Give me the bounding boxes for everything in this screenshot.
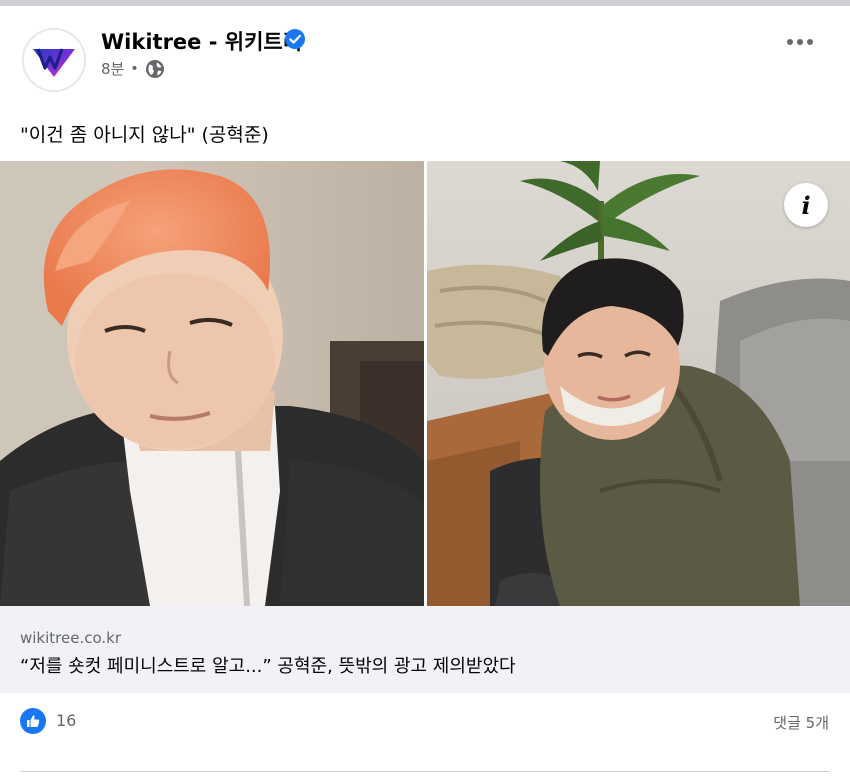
more-options-icon[interactable]: [780, 28, 820, 56]
post-header: Wikitree - 위키트리 8분 •: [0, 6, 850, 96]
footer-divider: [20, 771, 830, 772]
verified-badge-icon: [285, 29, 305, 49]
more-dot: [807, 39, 813, 45]
page-name[interactable]: Wikitree - 위키트리: [101, 26, 302, 56]
info-icon[interactable]: i: [784, 183, 828, 227]
like-thumb-icon[interactable]: [20, 708, 46, 734]
post-meta: 8분 •: [101, 58, 165, 79]
wikitree-logo-icon[interactable]: [22, 28, 86, 92]
post-caption: "이건 좀 아니지 않나" (공혁준): [20, 124, 269, 146]
more-dot: [797, 39, 803, 45]
link-title[interactable]: “저를 숏컷 페미니스트로 알고...” 공혁준, 뜻밖의 광고 제의받았다: [20, 652, 516, 678]
globe-icon: [145, 59, 164, 78]
more-dot: [787, 39, 793, 45]
feed-post: Wikitree - 위키트리 8분 • "이건 좀 아니지 않나" (공혁준): [0, 6, 850, 780]
like-count[interactable]: 16: [56, 711, 76, 730]
comment-count[interactable]: 댓글 5개: [773, 712, 829, 733]
post-timestamp[interactable]: 8분: [101, 58, 124, 79]
left-photo: [0, 161, 424, 606]
meta-separator: •: [130, 60, 139, 77]
post-footer: 16 댓글 5개: [0, 693, 850, 780]
link-preview[interactable]: wikitree.co.kr “저를 숏컷 페미니스트로 알고...” 공혁준,…: [0, 606, 850, 693]
right-photo: [427, 161, 850, 606]
link-domain: wikitree.co.kr: [20, 629, 122, 647]
post-photo[interactable]: [0, 161, 850, 606]
